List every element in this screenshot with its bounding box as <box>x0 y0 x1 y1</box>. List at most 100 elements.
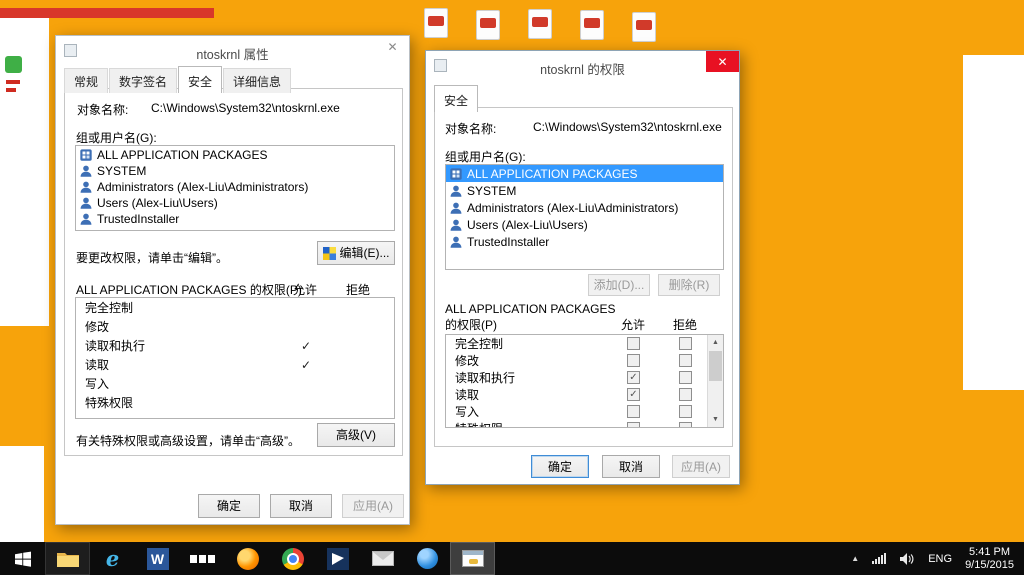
apply-button[interactable]: 应用(A) <box>342 494 404 518</box>
taskbar-firefox[interactable] <box>225 542 270 575</box>
permission-row[interactable]: 特殊权限 <box>76 393 394 412</box>
taskbar-media-app[interactable] <box>180 542 225 575</box>
group-item[interactable]: Users (Alex-Liu\Users) <box>76 195 394 211</box>
ok-button[interactable]: 确定 <box>531 455 589 478</box>
taskbar-file-explorer[interactable] <box>45 542 90 575</box>
allow-checkbox[interactable]: ✓ <box>627 388 640 401</box>
group-item-label: Administrators (Alex-Liu\Administrators) <box>97 180 309 194</box>
permission-row[interactable]: 完全控制 <box>446 335 723 352</box>
deny-checkbox[interactable] <box>679 337 692 350</box>
group-item[interactable]: Administrators (Alex-Liu\Administrators) <box>446 199 723 216</box>
group-item[interactable]: TrustedInstaller <box>76 211 394 227</box>
desktop-app-icon-green[interactable] <box>5 56 22 73</box>
permissions-list: 完全控制 修改 读取和执行 ✓ 读取 ✓ 写入 <box>75 297 395 419</box>
permission-row[interactable]: 读取 ✓ <box>446 386 723 403</box>
tab-general[interactable]: 常规 <box>64 68 109 93</box>
permission-row[interactable]: 写入 <box>76 374 394 393</box>
envelope-icon <box>371 551 394 566</box>
permission-row[interactable]: 完全控制 <box>76 298 394 317</box>
permission-row[interactable]: 写入 <box>446 403 723 420</box>
tab-details[interactable]: 详细信息 <box>223 68 292 93</box>
taskbar-word[interactable]: W <box>135 542 180 575</box>
deny-checkbox[interactable] <box>679 371 692 384</box>
taskbar-internet-explorer[interactable]: e <box>90 542 135 575</box>
language-indicator[interactable]: ENG <box>928 553 952 565</box>
ok-button[interactable]: 确定 <box>198 494 260 518</box>
taskbar-active-window[interactable] <box>450 542 495 575</box>
background-window-left <box>0 18 49 326</box>
scrollbar[interactable]: ▲ ▼ <box>707 335 723 427</box>
user-icon <box>79 196 93 210</box>
group-item[interactable]: Administrators (Alex-Liu\Administrators) <box>76 179 394 195</box>
group-item[interactable]: Users (Alex-Liu\Users) <box>446 216 723 233</box>
group-item[interactable]: TrustedInstaller <box>446 233 723 250</box>
media-app-icon <box>190 554 215 563</box>
permission-row[interactable]: 读取和执行 ✓ <box>76 336 394 355</box>
taskbar-blue-app[interactable] <box>405 542 450 575</box>
group-item[interactable]: ALL APPLICATION PACKAGES <box>76 146 394 163</box>
taskbar-chrome[interactable] <box>270 542 315 575</box>
tray-date: 9/15/2015 <box>965 558 1014 571</box>
close-icon[interactable]: ✕ <box>376 36 409 57</box>
allow-checkbox[interactable] <box>627 405 640 418</box>
permissions-title-line1: ALL APPLICATION PACKAGES <box>445 302 616 316</box>
deny-checkbox[interactable] <box>679 422 692 427</box>
deny-checkbox[interactable] <box>679 354 692 367</box>
edit-hint: 要更改权限，请单击“编辑”。 <box>76 251 228 265</box>
desktop-shortcut-icon[interactable] <box>629 12 659 48</box>
permission-row[interactable]: 修改 <box>76 317 394 336</box>
tab-digital-signatures[interactable]: 数字签名 <box>109 68 178 93</box>
group-item[interactable]: SYSTEM <box>76 163 394 179</box>
tab-security[interactable]: 安全 <box>434 85 479 113</box>
permission-row[interactable]: 读取和执行 ✓ <box>446 369 723 386</box>
desktop-shortcut-icon[interactable] <box>525 9 555 45</box>
scrollbar-thumb[interactable] <box>709 351 722 381</box>
apply-button[interactable]: 应用(A) <box>672 455 730 478</box>
deny-checkbox[interactable] <box>679 405 692 418</box>
group-item-selected[interactable]: ALL APPLICATION PACKAGES <box>446 165 723 182</box>
start-button[interactable] <box>0 542 45 575</box>
cancel-button[interactable]: 取消 <box>270 494 332 518</box>
group-item-label: SYSTEM <box>467 183 517 198</box>
icon-label-mark <box>6 80 20 84</box>
permission-row[interactable]: 修改 <box>446 352 723 369</box>
desktop-shortcut-icon[interactable] <box>473 10 503 46</box>
clock[interactable]: 5:41 PM 9/15/2015 <box>965 546 1014 572</box>
folder-icon <box>56 549 80 569</box>
taskbar-messaging-app[interactable] <box>315 542 360 575</box>
advanced-button[interactable]: 高级(V) <box>317 423 395 447</box>
deny-column-header: 拒绝 <box>345 283 370 297</box>
remove-button[interactable]: 删除(R) <box>658 274 720 296</box>
scroll-up-icon[interactable]: ▲ <box>708 335 723 350</box>
allow-checkbox[interactable]: ✓ <box>627 371 640 384</box>
edit-button[interactable]: 编辑(E)... <box>317 241 395 265</box>
network-icon[interactable] <box>872 553 887 564</box>
desktop-shortcut-icon[interactable] <box>421 8 451 44</box>
groups-label: 组或用户名(G): <box>76 131 157 145</box>
add-button[interactable]: 添加(D)... <box>588 274 650 296</box>
close-icon[interactable]: ✕ <box>706 51 739 72</box>
taskbar-mail[interactable] <box>360 542 405 575</box>
volume-icon[interactable] <box>899 552 915 566</box>
permission-row[interactable]: 读取 ✓ <box>76 355 394 374</box>
allow-checkbox[interactable] <box>627 354 640 367</box>
permissions-dialog-titlebar[interactable]: ntoskrnl 的权限 ✕ <box>426 51 739 81</box>
allow-column-header: 允许 <box>620 318 645 332</box>
permission-row[interactable]: 特殊权限 <box>446 420 723 427</box>
uac-shield-icon <box>323 247 336 260</box>
allow-checkbox[interactable] <box>627 337 640 350</box>
internet-explorer-icon: e <box>105 545 120 571</box>
allow-checkbox[interactable] <box>627 422 640 427</box>
cancel-button[interactable]: 取消 <box>602 455 660 478</box>
security-tab-page: 对象名称: C:\Windows\System32\ntoskrnl.exe 组… <box>64 88 403 456</box>
security-tab-page: 对象名称: C:\Windows\System32\ntoskrnl.exe 组… <box>434 107 733 447</box>
scroll-down-icon[interactable]: ▼ <box>708 412 723 427</box>
background-window-right <box>963 55 1024 390</box>
group-item[interactable]: SYSTEM <box>446 182 723 199</box>
properties-dialog-titlebar[interactable]: ntoskrnl 属性 ✕ <box>56 36 409 66</box>
group-list: ALL APPLICATION PACKAGES SYSTEM Administ… <box>445 164 724 270</box>
tab-security[interactable]: 安全 <box>178 66 223 94</box>
deny-checkbox[interactable] <box>679 388 692 401</box>
desktop-shortcut-icon[interactable] <box>577 10 607 46</box>
show-hidden-icons-chevron[interactable]: ▲ <box>851 554 859 563</box>
